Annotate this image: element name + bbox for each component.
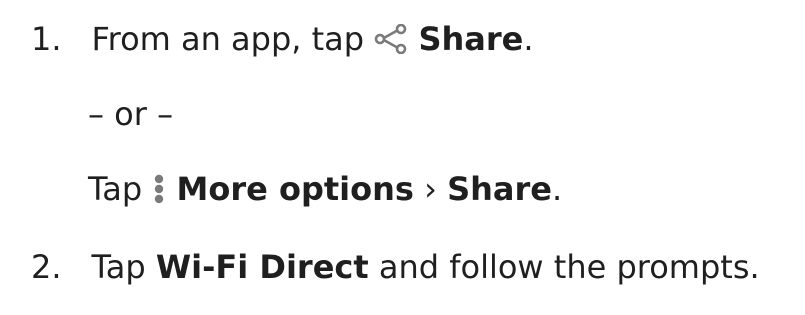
- step-2-text: Tap: [91, 248, 146, 286]
- step-1-number: 1.: [31, 20, 62, 58]
- step-1: 1. From an app, tap Share .: [31, 23, 534, 55]
- alt-period: .: [551, 170, 563, 208]
- alt-text: Tap: [88, 170, 143, 208]
- wifi-direct-label: Wi-Fi Direct: [155, 248, 369, 286]
- step-1-text: From an app, tap: [91, 20, 365, 58]
- more-options-icon: [155, 174, 164, 204]
- or-text: – or –: [88, 95, 174, 133]
- share-icon: [374, 24, 407, 54]
- step-1-alternative: Tap More options › Share .: [88, 173, 562, 205]
- step-2-number: 2.: [31, 248, 62, 286]
- step-2-rest: and follow the prompts.: [378, 248, 760, 286]
- more-options-label: More options: [176, 170, 414, 208]
- share-label: Share: [418, 20, 524, 58]
- step-1-period: .: [523, 20, 534, 58]
- step-2: 2. Tap Wi-Fi Direct and follow the promp…: [31, 251, 760, 283]
- breadcrumb-separator: ›: [424, 170, 437, 208]
- instructions-page: { "steps": { "step1": { "number": "1.", …: [0, 0, 805, 315]
- or-divider: – or –: [88, 98, 173, 130]
- share-label: Share: [447, 170, 552, 208]
